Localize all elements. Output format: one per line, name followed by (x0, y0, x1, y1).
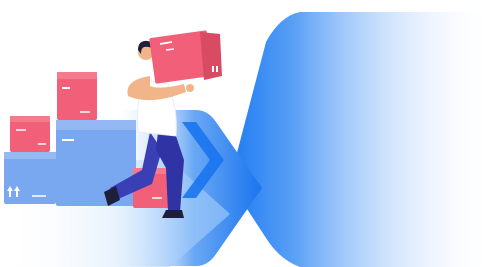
box-blue-left (4, 152, 56, 204)
arrow-shape-large (230, 12, 488, 267)
illustration-scene (0, 0, 488, 267)
box-pink-top (57, 72, 97, 120)
hand (186, 84, 194, 92)
box-carried (149, 30, 222, 84)
delivery-illustration (0, 12, 488, 267)
box-pink-small (10, 116, 50, 152)
